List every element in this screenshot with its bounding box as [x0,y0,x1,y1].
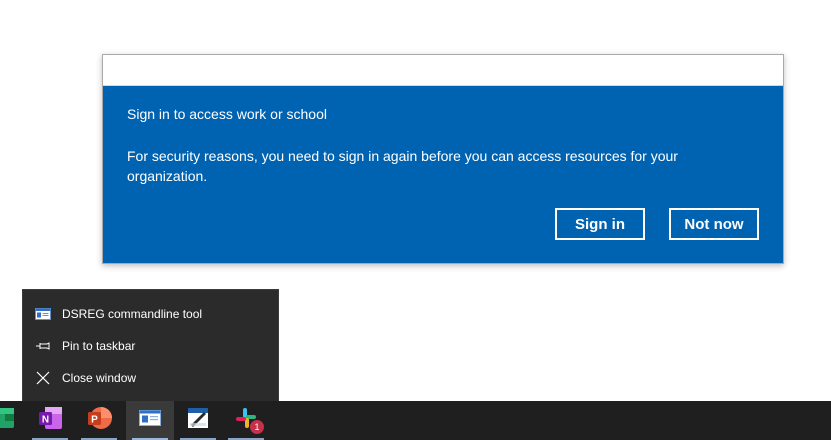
powerpoint-letter: P [91,415,98,426]
taskbar-app-onenote[interactable]: N [26,401,74,440]
sign-in-toast: Sign in to access work or school For sec… [102,54,784,264]
taskbar-jump-list: DSREG commandline tool Pin to taskbar Cl… [22,289,279,402]
app-window-icon [139,410,161,431]
jumplist-item-label: Close window [62,371,137,385]
excel-icon [0,406,14,435]
taskbar: N P 1 [0,401,831,440]
jumplist-item-pin[interactable]: Pin to taskbar [23,331,278,361]
close-icon [35,370,51,386]
toast-message: For security reasons, you need to sign i… [127,148,678,184]
app-window-icon [35,306,51,322]
notification-badge: 1 [249,419,265,435]
taskbar-app-excel[interactable] [0,401,26,440]
jumplist-item-label: DSREG commandline tool [62,307,203,321]
toast-body: Sign in to access work or school For sec… [103,86,783,263]
taskbar-app-dsreg[interactable] [126,401,174,440]
taskbar-app-slack[interactable]: 1 [222,401,270,440]
jumplist-item-label: Pin to taskbar [62,339,136,353]
toast-titlebar [103,55,783,86]
jumplist-item-dsreg[interactable]: DSREG commandline tool [23,299,278,329]
taskbar-app-powerpoint[interactable]: P [75,401,123,440]
snipping-tool-icon [187,407,209,434]
taskbar-app-snipping[interactable] [174,401,222,440]
onenote-letter: N [42,415,49,426]
sign-in-button[interactable]: Sign in [555,208,645,240]
pin-icon [35,338,51,354]
toast-heading: Sign in to access work or school [127,106,327,122]
powerpoint-icon: P [85,405,113,436]
jumplist-item-close[interactable]: Close window [23,363,278,393]
onenote-icon: N [37,406,63,435]
not-now-button[interactable]: Not now [669,208,759,240]
